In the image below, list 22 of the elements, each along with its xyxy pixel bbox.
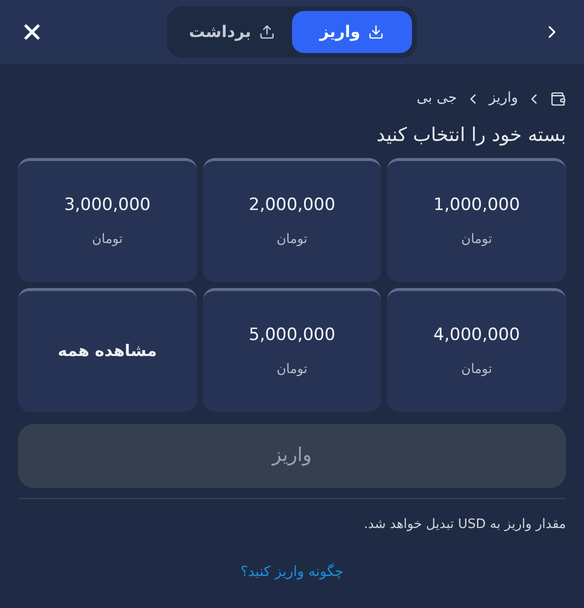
- amount-text: 2,000,000: [248, 194, 336, 216]
- amount-text: 5,000,000: [248, 324, 336, 346]
- currency-text: تومان: [92, 231, 123, 249]
- help-link[interactable]: چگونه واریز کنید؟: [240, 562, 344, 583]
- wallet-icon: [550, 90, 566, 106]
- section-heading: بسته خود را انتخاب کنید: [375, 123, 566, 148]
- currency-text: تومان: [461, 231, 492, 249]
- download-icon: [368, 24, 384, 40]
- currency-text: تومان: [461, 361, 492, 379]
- conversion-note: مقدار واریز به USD تبدیل خواهد شد.: [362, 516, 566, 534]
- amount-text: 4,000,000: [433, 324, 520, 346]
- amount-text: 3,000,000: [64, 194, 151, 216]
- amount-text: 1,000,000: [433, 194, 520, 216]
- view-all-card[interactable]: مشاهده همه: [18, 288, 197, 412]
- currency-text: تومان: [276, 231, 308, 249]
- breadcrumb-item[interactable]: واریز: [488, 88, 518, 109]
- view-all-text: مشاهده همه: [58, 340, 157, 362]
- breadcrumb-item[interactable]: جی بی: [416, 88, 457, 109]
- tab[interactable]: واریز: [292, 11, 412, 53]
- upload-icon: [259, 24, 276, 40]
- currency-text: تومان: [276, 361, 308, 379]
- tab[interactable]: برداشت: [172, 11, 292, 53]
